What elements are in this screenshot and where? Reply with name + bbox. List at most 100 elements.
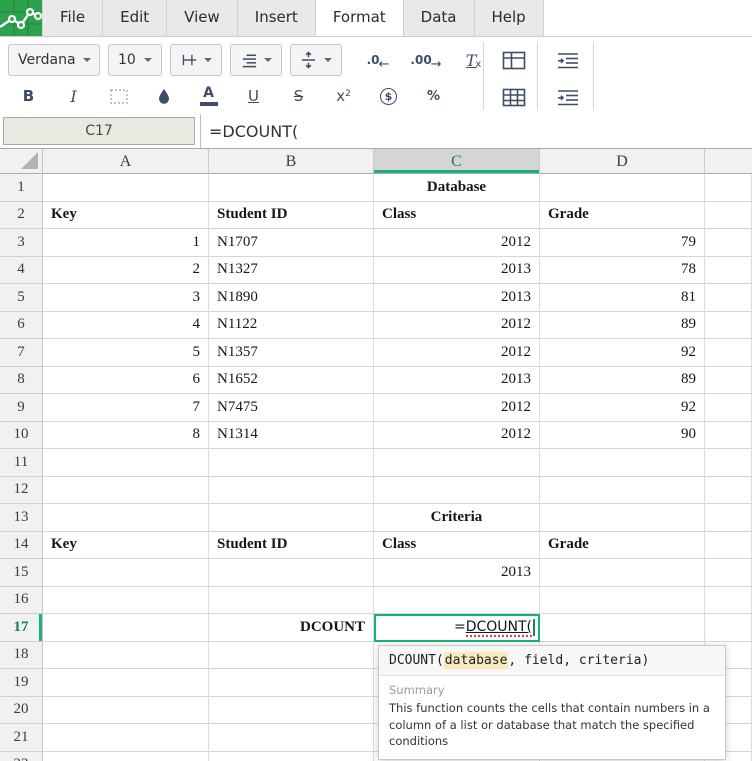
- cell-D7[interactable]: 92: [540, 339, 705, 367]
- cell-A15[interactable]: [43, 559, 209, 587]
- cell-D6[interactable]: 89: [540, 312, 705, 340]
- cell-B19[interactable]: [209, 669, 374, 697]
- menu-item-view[interactable]: View: [167, 0, 238, 36]
- row-header-14[interactable]: 14: [0, 532, 43, 560]
- cell-D2[interactable]: Grade: [540, 202, 705, 230]
- menu-item-help[interactable]: Help: [475, 0, 544, 36]
- cell-A4[interactable]: 2: [43, 257, 209, 285]
- cell-type-button[interactable]: [170, 44, 222, 76]
- cell-C16[interactable]: [374, 587, 540, 615]
- strikethrough-button[interactable]: S: [276, 81, 321, 111]
- cell-B12[interactable]: [209, 477, 374, 505]
- cell-name-box[interactable]: C17: [3, 117, 195, 145]
- cell-A7[interactable]: 5: [43, 339, 209, 367]
- cell-A11[interactable]: [43, 449, 209, 477]
- cell-B20[interactable]: [209, 697, 374, 725]
- horizontal-align-button[interactable]: [230, 44, 282, 76]
- font-size-select[interactable]: 10: [108, 44, 162, 76]
- cell-B22[interactable]: [209, 752, 374, 761]
- cell-B6[interactable]: N1122: [209, 312, 374, 340]
- insert-row-below-button[interactable]: [548, 82, 588, 112]
- cell-D5[interactable]: 81: [540, 284, 705, 312]
- cell-C17[interactable]: =DCOUNT(: [374, 614, 540, 642]
- row-header-2[interactable]: 2: [0, 202, 43, 230]
- cell-D11[interactable]: [540, 449, 705, 477]
- row-header-4[interactable]: 4: [0, 257, 43, 285]
- cell-B18[interactable]: [209, 642, 374, 670]
- cell-C8[interactable]: 2013: [374, 367, 540, 395]
- cell-A5[interactable]: 3: [43, 284, 209, 312]
- cell-D15[interactable]: [540, 559, 705, 587]
- cell-D14[interactable]: Grade: [540, 532, 705, 560]
- cell-E5[interactable]: [705, 284, 752, 312]
- cell-A20[interactable]: [43, 697, 209, 725]
- row-header-22[interactable]: 22: [0, 752, 43, 761]
- cell-B21[interactable]: [209, 724, 374, 752]
- cell-A21[interactable]: [43, 724, 209, 752]
- row-header-9[interactable]: 9: [0, 394, 43, 422]
- cell-E12[interactable]: [705, 477, 752, 505]
- cell-C11[interactable]: [374, 449, 540, 477]
- row-header-15[interactable]: 15: [0, 559, 43, 587]
- cell-E10[interactable]: [705, 422, 752, 450]
- cell-E1[interactable]: [705, 174, 752, 202]
- clear-formatting-button[interactable]: Tx: [454, 45, 494, 75]
- cell-A16[interactable]: [43, 587, 209, 615]
- menu-item-data[interactable]: Data: [404, 0, 475, 36]
- font-family-select[interactable]: Verdana: [8, 44, 100, 76]
- cell-E11[interactable]: [705, 449, 752, 477]
- row-header-8[interactable]: 8: [0, 367, 43, 395]
- cell-D1[interactable]: [540, 174, 705, 202]
- cell-E3[interactable]: [705, 229, 752, 257]
- cell-A3[interactable]: 1: [43, 229, 209, 257]
- formula-input[interactable]: =DCOUNT(: [209, 114, 752, 148]
- column-header-A[interactable]: A: [43, 149, 209, 174]
- increase-decimals-button[interactable]: .00→: [406, 45, 446, 75]
- vertical-align-button[interactable]: [290, 44, 342, 76]
- row-header-6[interactable]: 6: [0, 312, 43, 340]
- row-header-16[interactable]: 16: [0, 587, 43, 615]
- cell-A1[interactable]: [43, 174, 209, 202]
- cell-C2[interactable]: Class: [374, 202, 540, 230]
- cell-D17[interactable]: [540, 614, 705, 642]
- cell-D12[interactable]: [540, 477, 705, 505]
- row-header-5[interactable]: 5: [0, 284, 43, 312]
- cell-E4[interactable]: [705, 257, 752, 285]
- menu-item-edit[interactable]: Edit: [103, 0, 167, 36]
- cell-A6[interactable]: 4: [43, 312, 209, 340]
- row-header-10[interactable]: 10: [0, 422, 43, 450]
- currency-format-button[interactable]: $: [366, 81, 411, 111]
- cell-C3[interactable]: 2012: [374, 229, 540, 257]
- cell-B14[interactable]: Student ID: [209, 532, 374, 560]
- cell-C10[interactable]: 2012: [374, 422, 540, 450]
- cell-merge-button[interactable]: [494, 45, 534, 75]
- cell-A22[interactable]: [43, 752, 209, 761]
- menu-item-insert[interactable]: Insert: [238, 0, 316, 36]
- cell-D3[interactable]: 79: [540, 229, 705, 257]
- menu-item-format[interactable]: Format: [316, 0, 404, 36]
- cell-B11[interactable]: [209, 449, 374, 477]
- select-all-corner[interactable]: [0, 149, 43, 174]
- underline-button[interactable]: U: [231, 81, 276, 111]
- row-header-18[interactable]: 18: [0, 642, 43, 670]
- cell-C4[interactable]: 2013: [374, 257, 540, 285]
- fill-color-button[interactable]: [141, 81, 186, 111]
- cell-C9[interactable]: 2012: [374, 394, 540, 422]
- menu-item-file[interactable]: File: [43, 0, 103, 36]
- cell-B9[interactable]: N7475: [209, 394, 374, 422]
- cell-D13[interactable]: [540, 504, 705, 532]
- cell-D4[interactable]: 78: [540, 257, 705, 285]
- cell-B13[interactable]: [209, 504, 374, 532]
- cell-E7[interactable]: [705, 339, 752, 367]
- cell-C5[interactable]: 2013: [374, 284, 540, 312]
- italic-button[interactable]: I: [51, 81, 96, 111]
- borders-button[interactable]: [96, 81, 141, 111]
- cell-A8[interactable]: 6: [43, 367, 209, 395]
- cell-B15[interactable]: [209, 559, 374, 587]
- cell-E6[interactable]: [705, 312, 752, 340]
- cell-B16[interactable]: [209, 587, 374, 615]
- cell-C7[interactable]: 2012: [374, 339, 540, 367]
- column-header-C[interactable]: C: [374, 149, 540, 174]
- cell-B7[interactable]: N1357: [209, 339, 374, 367]
- row-header-7[interactable]: 7: [0, 339, 43, 367]
